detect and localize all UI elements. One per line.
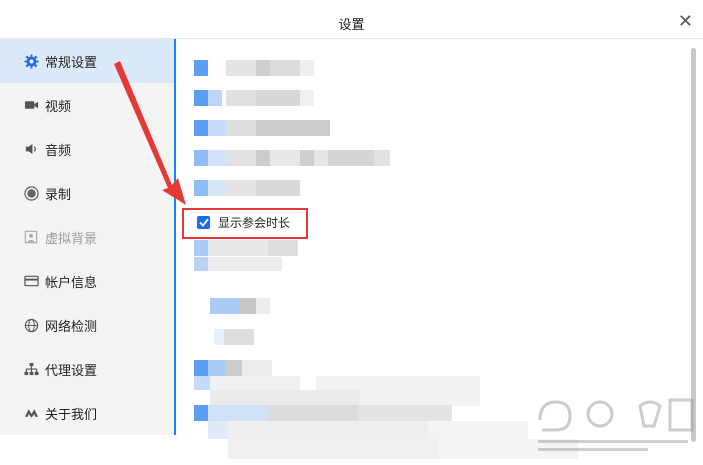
settings-window: 设置 ✕ 常规设置 视频 音频 录制 虚拟背景 帐户信息 网络检测 代理设置 关… <box>0 0 703 465</box>
watermark-logo-icon <box>538 398 694 451</box>
